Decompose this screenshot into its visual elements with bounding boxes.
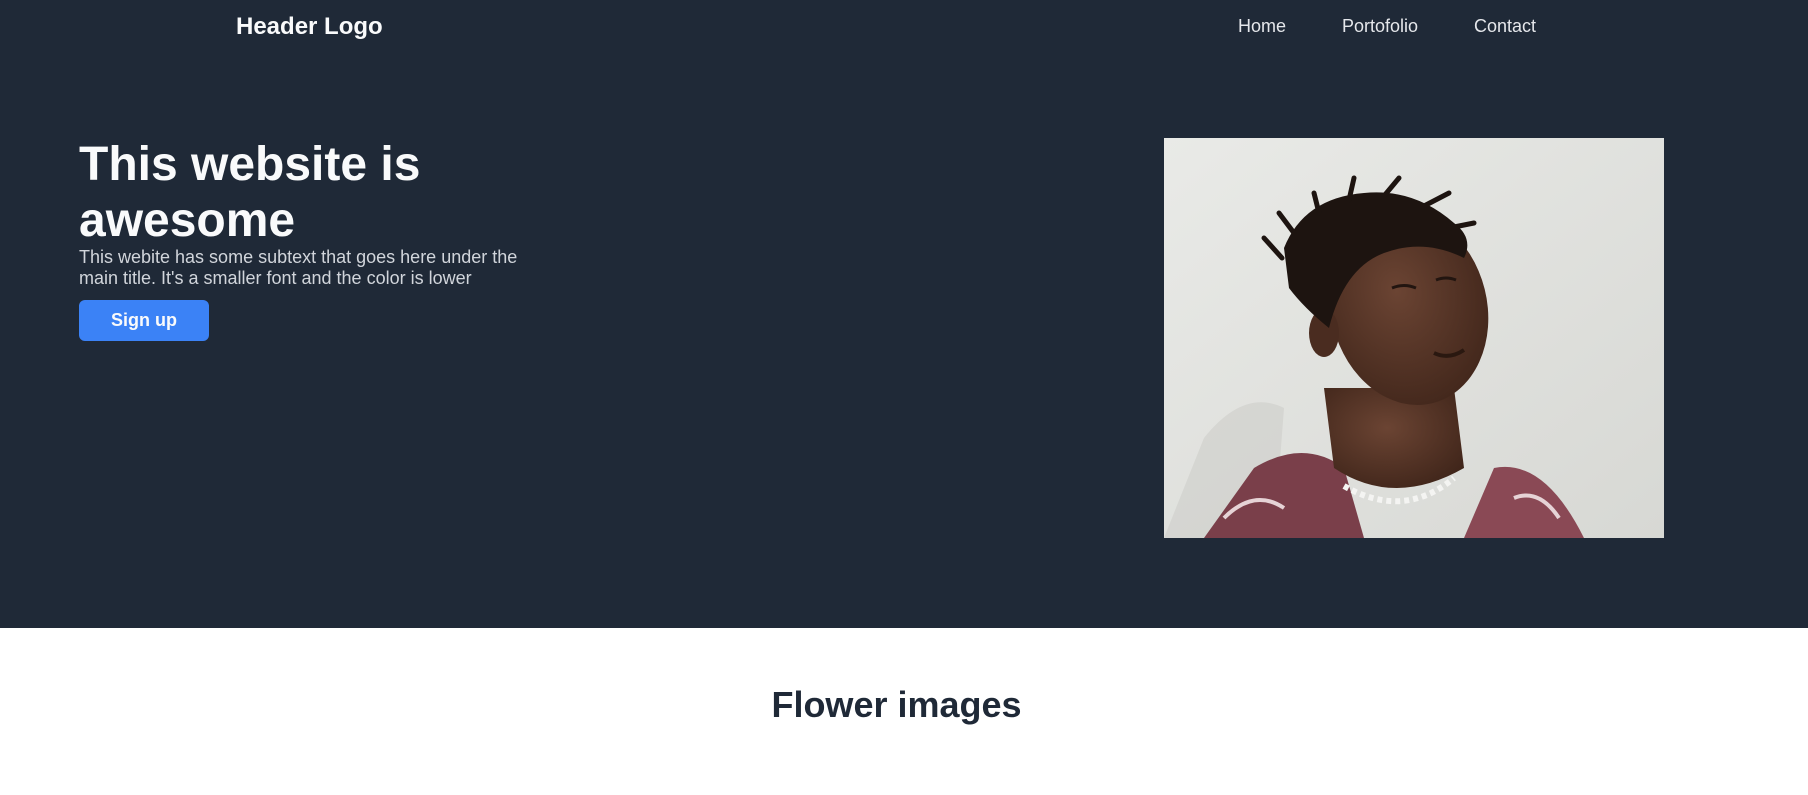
- hero-title: This website is awesome: [79, 138, 421, 247]
- nav-link-home[interactable]: Home: [1238, 16, 1286, 37]
- section-title: Flower images: [771, 684, 1022, 725]
- header-logo[interactable]: Header Logo: [236, 13, 383, 41]
- hero-portrait-image: [1164, 138, 1664, 538]
- signup-button[interactable]: Sign up: [79, 300, 209, 341]
- nav-link-portfolio[interactable]: Portofolio: [1342, 16, 1418, 37]
- hero-section: Header Logo Home Portofolio Contact This…: [0, 0, 1808, 628]
- hero-subtitle: This webite has some subtext that goes h…: [79, 247, 518, 288]
- nav-link-contact[interactable]: Contact: [1474, 16, 1536, 37]
